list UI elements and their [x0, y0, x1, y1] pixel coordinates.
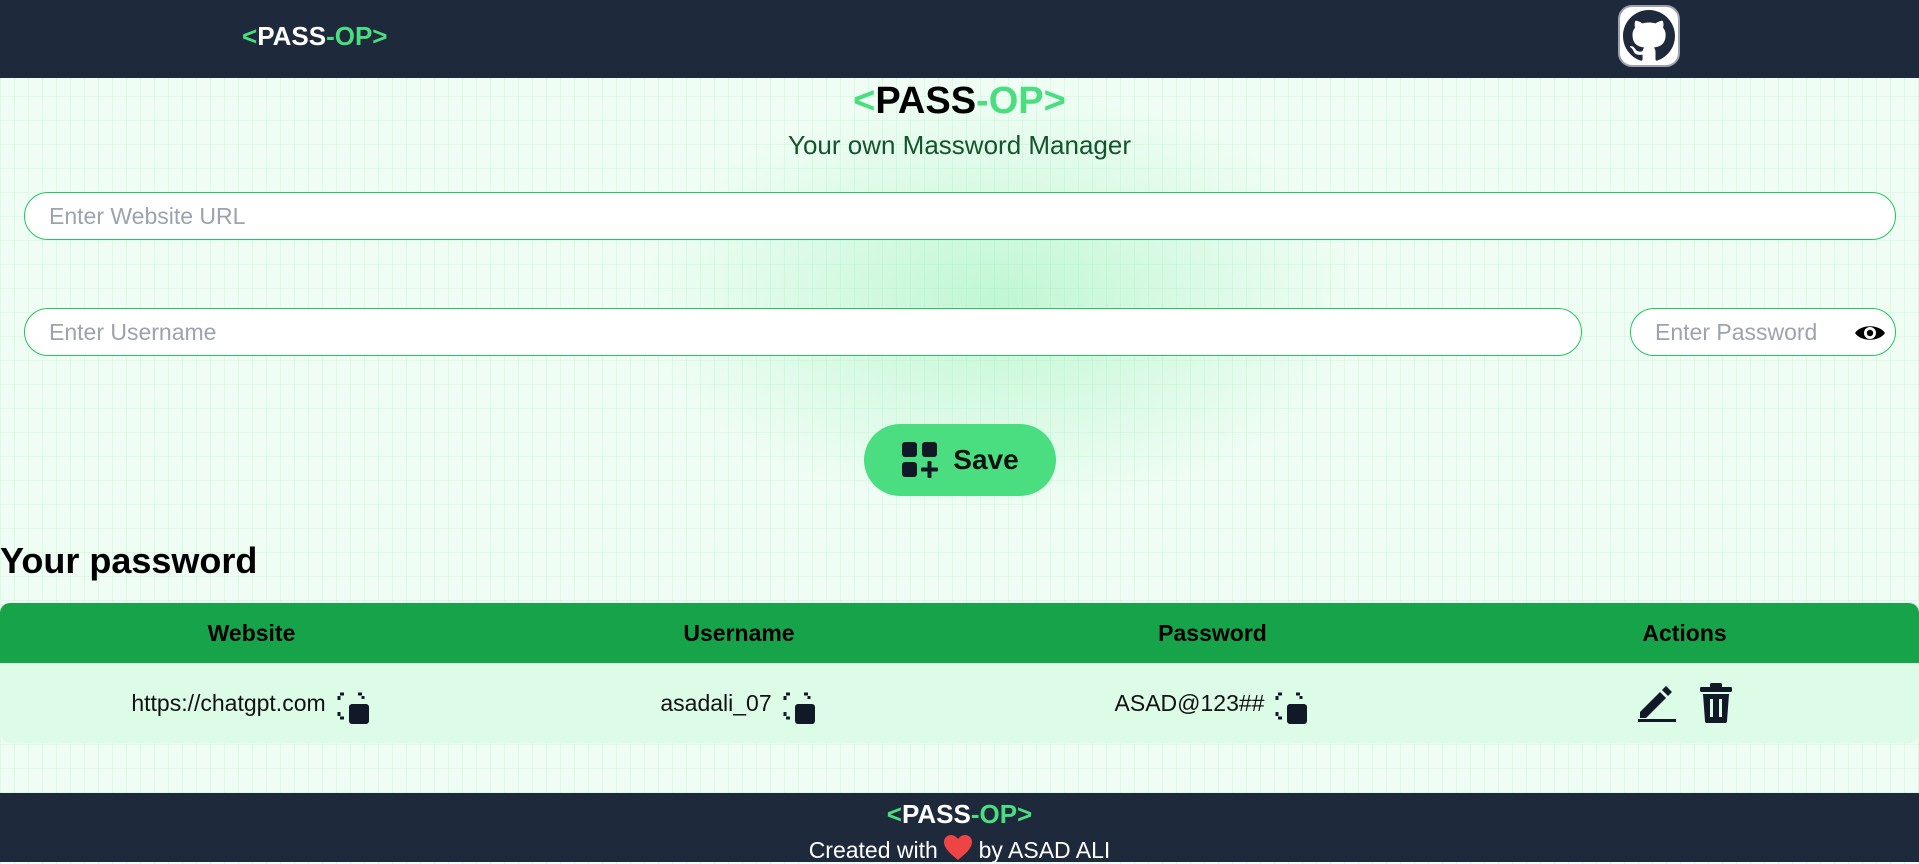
cell-username: asadali_07 [503, 680, 975, 726]
created-with-text: Created with [808, 837, 938, 863]
website-link[interactable]: https://chatgpt.com [131, 690, 325, 717]
eye-icon[interactable] [1853, 321, 1887, 345]
footer-credit: Created with by ASAD ALI [0, 835, 1919, 864]
page-title: <PASS-OP> [0, 80, 1919, 123]
nav-logo[interactable]: <PASS-OP> [242, 21, 387, 52]
copy-icon[interactable] [1274, 690, 1310, 726]
logo-op: -OP [326, 21, 373, 51]
header-password: Password [1158, 619, 1267, 646]
save-button[interactable]: Save [864, 424, 1056, 496]
header-actions: Actions [1642, 619, 1727, 646]
passwords-table: Website Username Password Actions https:… [0, 603, 1919, 743]
cell-password: ASAD@123## [975, 680, 1450, 726]
heart-icon [944, 835, 973, 860]
username-input[interactable] [24, 308, 1582, 356]
footer-pass: PASS [901, 799, 971, 829]
title-bracket-right: > [1043, 80, 1066, 122]
footer-logo: <PASS-OP> [0, 799, 1919, 830]
footer-bracket-left: < [886, 799, 902, 829]
cell-website: https://chatgpt.com [0, 680, 503, 726]
navbar: <PASS-OP> [0, 0, 1919, 78]
table-header: Website Username Password Actions [0, 603, 1919, 663]
save-label: Save [953, 444, 1019, 475]
logo-bracket-left: < [242, 21, 258, 51]
username-value: asadali_07 [660, 689, 772, 716]
logo-bracket-right: > [372, 21, 388, 51]
website-url-input[interactable] [24, 192, 1896, 240]
header-username: Username [683, 619, 795, 646]
edit-icon[interactable] [1636, 684, 1678, 722]
github-icon [1623, 10, 1675, 61]
title-op: -OP [976, 80, 1044, 122]
author-text: by ASAD ALI [978, 837, 1111, 863]
page-subtitle: Your own Massword Manager [788, 130, 1131, 160]
header-website: Website [207, 619, 296, 646]
passwords-heading: Your password [0, 540, 258, 581]
copy-icon[interactable] [782, 690, 818, 726]
footer-bracket-right: > [1017, 799, 1033, 829]
password-value: ASAD@123## [1114, 689, 1265, 716]
cell-actions [1450, 682, 1919, 724]
github-button[interactable] [1618, 5, 1680, 67]
delete-icon[interactable] [1698, 682, 1734, 724]
title-pass: PASS [875, 80, 977, 122]
add-grid-icon [902, 442, 939, 478]
title-bracket-left: < [853, 80, 876, 122]
copy-icon[interactable] [336, 690, 372, 726]
table-row: https://chatgpt.com asadali_07 ASAD@123#… [0, 663, 1919, 743]
footer: <PASS-OP> Created with by ASAD ALI [0, 793, 1919, 864]
footer-op: -OP [970, 799, 1018, 829]
logo-pass: PASS [257, 21, 327, 51]
